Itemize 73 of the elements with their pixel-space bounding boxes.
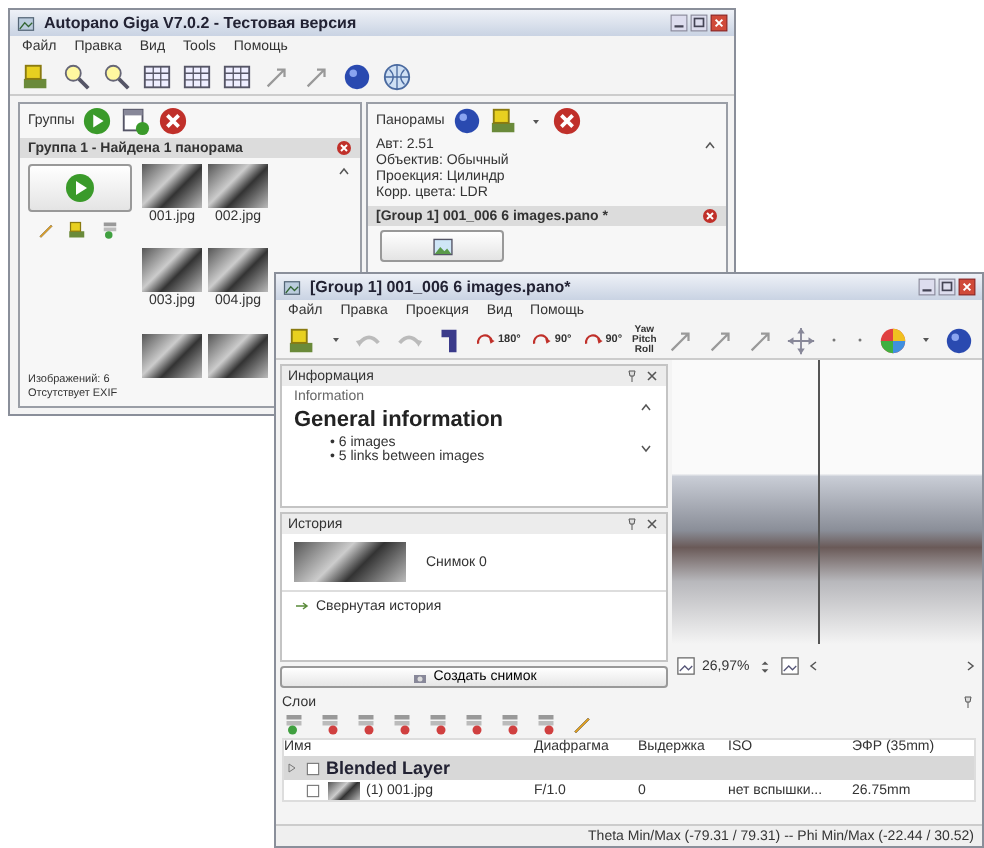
close-icon[interactable] <box>336 140 352 156</box>
camera-icon <box>411 669 428 685</box>
scroll-left-icon[interactable] <box>805 658 822 674</box>
sphere-icon[interactable] <box>944 325 975 355</box>
sphere-icon[interactable] <box>452 106 483 136</box>
expand-arrow-icon[interactable] <box>284 760 300 776</box>
play-icon[interactable] <box>82 106 113 136</box>
maximize-icon[interactable] <box>938 278 956 296</box>
panorama-preview[interactable] <box>672 360 982 644</box>
play-icon <box>64 172 96 204</box>
photo-placeholder <box>328 782 360 800</box>
color-wheel-icon[interactable] <box>878 325 909 355</box>
photo-placeholder[interactable] <box>208 164 268 208</box>
grid-icon[interactable] <box>182 61 212 91</box>
close-icon[interactable] <box>552 106 583 136</box>
fit-view-icon[interactable] <box>676 656 696 676</box>
minimize-icon[interactable] <box>670 14 688 32</box>
stitch-button[interactable] <box>28 164 132 212</box>
app-icon <box>282 277 302 297</box>
photo-placeholder[interactable] <box>208 333 268 378</box>
folder-icon[interactable] <box>68 220 88 240</box>
layer-icon[interactable] <box>498 712 522 736</box>
layer-name: Blended Layer <box>326 758 451 778</box>
folder-icon[interactable] <box>22 61 52 91</box>
scroll-right-icon[interactable] <box>962 658 978 674</box>
move-icon[interactable] <box>786 325 817 355</box>
layer-icon[interactable] <box>354 712 378 736</box>
panorama-button[interactable] <box>380 230 504 262</box>
app-icon <box>16 13 36 33</box>
sphere-icon[interactable] <box>342 61 372 91</box>
scroll-up-icon[interactable] <box>638 399 654 415</box>
layer-icon[interactable] <box>534 712 558 736</box>
layer-icon[interactable] <box>318 712 342 736</box>
close-icon[interactable] <box>158 106 189 136</box>
image-icon <box>431 235 453 257</box>
info-heading: General information <box>294 408 504 432</box>
layer-icon[interactable] <box>390 712 414 736</box>
pin-icon[interactable] <box>624 516 640 532</box>
globe-icon[interactable] <box>382 61 412 91</box>
close-icon[interactable] <box>644 516 660 532</box>
photo-placeholder[interactable] <box>294 542 406 582</box>
scroll-up-icon[interactable] <box>702 138 718 154</box>
photo-placeholder[interactable] <box>208 248 268 293</box>
layer-add-icon[interactable] <box>100 220 120 240</box>
layer-group-row[interactable]: Blended Layer <box>284 756 974 780</box>
layer-icon[interactable] <box>462 712 486 736</box>
pin-icon[interactable] <box>624 368 640 384</box>
close-icon[interactable] <box>644 368 660 384</box>
layer-icon[interactable] <box>426 712 450 736</box>
checkbox-icon[interactable] <box>304 759 322 777</box>
arrow-right-icon <box>294 598 310 614</box>
grid-icon[interactable] <box>222 61 252 91</box>
magnifier-icon[interactable] <box>102 61 132 91</box>
fit-view-icon[interactable] <box>779 656 800 676</box>
grid-icon[interactable] <box>142 61 172 91</box>
photo-placeholder[interactable] <box>142 248 202 293</box>
pencil-icon[interactable] <box>36 220 56 240</box>
folder-icon[interactable] <box>288 325 318 355</box>
close-icon[interactable] <box>702 208 718 224</box>
maximize-icon[interactable] <box>690 14 708 32</box>
close-icon[interactable] <box>958 278 976 296</box>
window-title: Autopano Giga V7.0.2 - Тестовая версия <box>44 14 357 32</box>
photo-placeholder[interactable] <box>142 333 202 378</box>
add-page-icon[interactable] <box>120 106 151 136</box>
close-icon[interactable] <box>710 14 728 32</box>
magnifier-icon[interactable] <box>62 61 92 91</box>
layer-add-icon[interactable] <box>282 712 306 736</box>
window-title: [Group 1] 001_006 6 images.pano* <box>310 278 571 296</box>
pin-icon[interactable] <box>960 694 976 710</box>
photo-placeholder[interactable] <box>142 164 202 208</box>
checkbox-icon[interactable] <box>304 782 322 800</box>
scroll-up-icon[interactable] <box>336 164 352 180</box>
minimize-icon[interactable] <box>918 278 936 296</box>
